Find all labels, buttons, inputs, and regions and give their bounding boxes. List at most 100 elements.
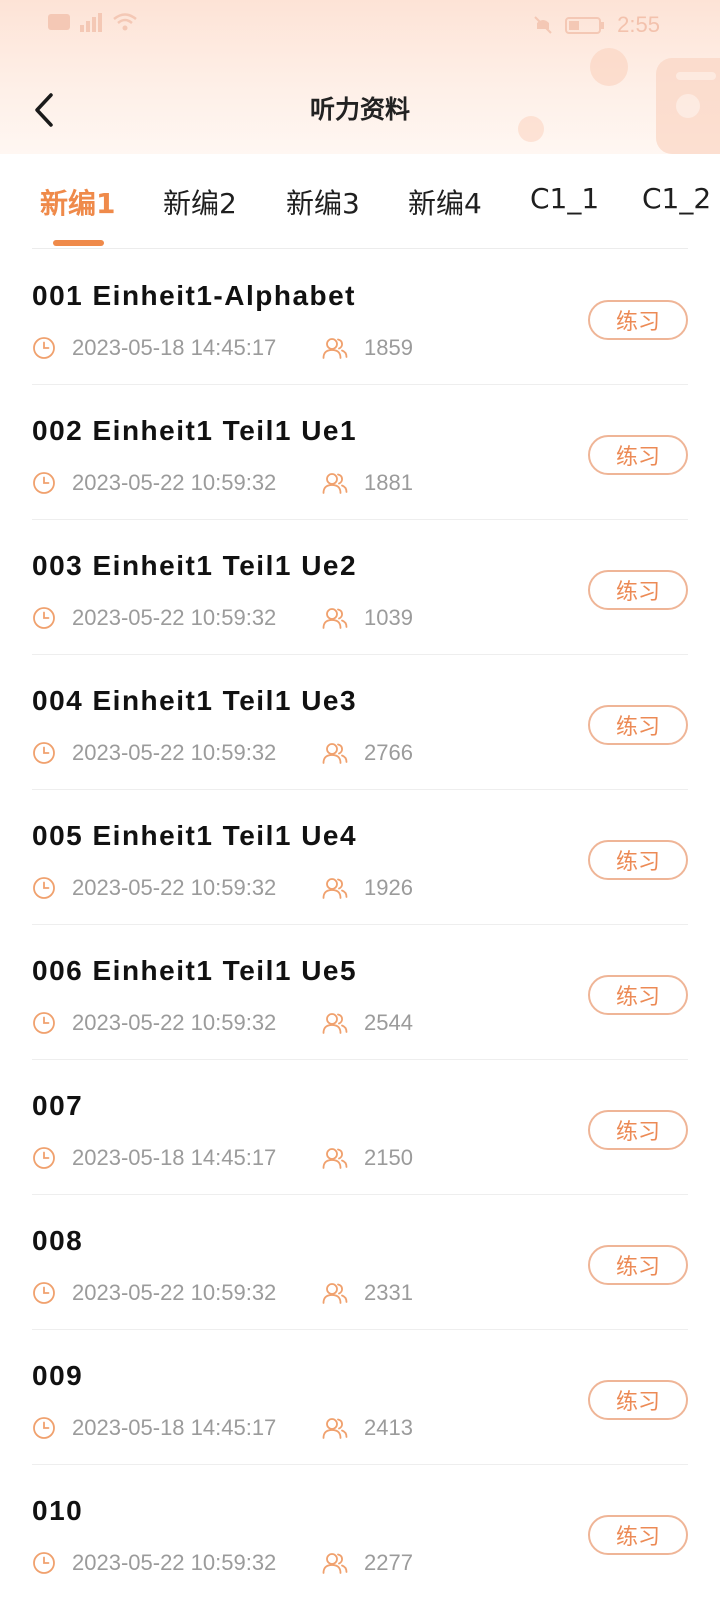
header: 2:55 听力资料 <box>0 0 720 154</box>
hd-icon <box>48 14 70 30</box>
practice-button[interactable]: 练习 <box>588 705 688 745</box>
list-item[interactable]: 005 Einheit1 Teil1 Ue4 2023-05-22 10:59:… <box>0 790 720 925</box>
practice-button[interactable]: 练习 <box>588 1380 688 1420</box>
item-learner-count: 2766 <box>364 740 413 765</box>
users-icon <box>322 1148 348 1169</box>
item-learner-count: 1859 <box>364 335 413 360</box>
item-learner-count: 1926 <box>364 875 413 900</box>
clock-icon <box>33 1552 55 1574</box>
list-item[interactable]: 007 2023-05-18 14:45:17 2150 练习 <box>0 1060 720 1195</box>
item-meta: 2023-05-18 14:45:17 2413 <box>32 1412 413 1444</box>
item-title: 004 Einheit1 Teil1 Ue3 <box>32 685 358 716</box>
item-date: 2023-05-18 14:45:17 <box>72 335 277 360</box>
item-title: 010 <box>32 1495 84 1526</box>
practice-button[interactable]: 练习 <box>588 975 688 1015</box>
clock-icon <box>33 1417 55 1439</box>
item-meta: 2023-05-22 10:59:32 2766 <box>32 737 413 769</box>
item-date: 2023-05-18 14:45:17 <box>72 1415 277 1440</box>
clock-icon <box>33 1147 55 1169</box>
screen: 2:55 听力资料 新编1 新编2 新编3 新编4 C1_1 C1_2 001 … <box>0 0 720 1600</box>
item-title: 006 Einheit1 Teil1 Ue5 <box>32 955 358 986</box>
item-meta: 2023-05-22 10:59:32 2331 <box>32 1277 413 1309</box>
clock-icon <box>33 877 55 899</box>
item-date: 2023-05-22 10:59:32 <box>72 875 277 900</box>
item-meta: 2023-05-22 10:59:32 1881 <box>32 467 413 499</box>
material-list: 001 Einheit1-Alphabet 2023-05-18 14:45:1… <box>0 250 720 1600</box>
item-learner-count: 2544 <box>364 1010 413 1035</box>
item-meta: 2023-05-22 10:59:32 1039 <box>32 602 413 634</box>
item-meta: 2023-05-22 10:59:32 1926 <box>32 872 413 904</box>
users-icon <box>322 1013 348 1034</box>
clock-icon <box>33 742 55 764</box>
users-icon <box>322 1283 348 1304</box>
item-date: 2023-05-22 10:59:32 <box>72 740 277 765</box>
status-icons-left <box>48 12 138 32</box>
item-learner-count: 2277 <box>364 1550 413 1575</box>
item-title: 002 Einheit1 Teil1 Ue1 <box>32 415 358 446</box>
item-title: 009 <box>32 1360 84 1391</box>
item-date: 2023-05-22 10:59:32 <box>72 605 277 630</box>
users-icon <box>322 878 348 899</box>
item-date: 2023-05-22 10:59:32 <box>72 1550 277 1575</box>
users-icon <box>322 743 348 764</box>
status-time: 2:55 <box>617 12 660 37</box>
battery-icon <box>565 17 605 34</box>
tab-c1-2[interactable]: C1_2 <box>642 182 711 215</box>
item-title: 005 Einheit1 Teil1 Ue4 <box>32 820 358 851</box>
status-icons-right: 2:55 <box>533 12 660 38</box>
item-meta: 2023-05-18 14:45:17 1859 <box>32 332 413 364</box>
practice-button[interactable]: 练习 <box>588 1110 688 1150</box>
clock-icon <box>33 337 55 359</box>
mute-icon <box>534 16 552 34</box>
practice-button[interactable]: 练习 <box>588 840 688 880</box>
item-date: 2023-05-18 14:45:17 <box>72 1145 277 1170</box>
item-meta: 2023-05-22 10:59:32 2544 <box>32 1007 413 1039</box>
category-tabs: 新编1 新编2 新编3 新编4 C1_1 C1_2 <box>0 160 720 250</box>
page-title: 听力资料 <box>309 95 410 124</box>
item-date: 2023-05-22 10:59:32 <box>72 470 277 495</box>
list-item[interactable]: 002 Einheit1 Teil1 Ue1 2023-05-22 10:59:… <box>0 385 720 520</box>
item-title: 008 <box>32 1225 84 1256</box>
header-decoration <box>590 48 628 86</box>
item-learner-count: 2150 <box>364 1145 413 1170</box>
item-date: 2023-05-22 10:59:32 <box>72 1010 277 1035</box>
item-title: 003 Einheit1 Teil1 Ue2 <box>32 550 358 581</box>
clock-icon <box>33 472 55 494</box>
clock-icon <box>33 1282 55 1304</box>
wifi-icon <box>113 13 137 31</box>
list-item[interactable]: 009 2023-05-18 14:45:17 2413 练习 <box>0 1330 720 1465</box>
list-item[interactable]: 003 Einheit1 Teil1 Ue2 2023-05-22 10:59:… <box>0 520 720 655</box>
users-icon <box>322 473 348 494</box>
item-meta: 2023-05-18 14:45:17 2150 <box>32 1142 413 1174</box>
tab-xinbian-1[interactable]: 新编1 <box>40 182 115 222</box>
list-item[interactable]: 004 Einheit1 Teil1 Ue3 2023-05-22 10:59:… <box>0 655 720 790</box>
signal-icon <box>80 13 102 32</box>
item-date: 2023-05-22 10:59:32 <box>72 1280 277 1305</box>
tab-xinbian-3[interactable]: 新编3 <box>286 182 360 222</box>
practice-button[interactable]: 练习 <box>588 300 688 340</box>
users-icon <box>322 338 348 359</box>
tab-c1-1[interactable]: C1_1 <box>530 182 599 215</box>
list-item[interactable]: 008 2023-05-22 10:59:32 2331 练习 <box>0 1195 720 1330</box>
active-tab-indicator <box>53 240 104 246</box>
clock-icon <box>33 607 55 629</box>
list-item[interactable]: 006 Einheit1 Teil1 Ue5 2023-05-22 10:59:… <box>0 925 720 1060</box>
users-icon <box>322 1553 348 1574</box>
tab-xinbian-4[interactable]: 新编4 <box>408 182 482 222</box>
item-learner-count: 1039 <box>364 605 413 630</box>
item-learner-count: 1881 <box>364 470 413 495</box>
status-bar: 2:55 <box>0 0 720 50</box>
users-icon <box>322 608 348 629</box>
tab-xinbian-2[interactable]: 新编2 <box>163 182 237 222</box>
list-item[interactable]: 001 Einheit1-Alphabet 2023-05-18 14:45:1… <box>0 250 720 385</box>
practice-button[interactable]: 练习 <box>588 1515 688 1555</box>
practice-button[interactable]: 练习 <box>588 570 688 610</box>
practice-button[interactable]: 练习 <box>588 435 688 475</box>
divider <box>32 248 688 249</box>
item-title: 001 Einheit1-Alphabet <box>32 280 357 311</box>
list-item[interactable]: 010 2023-05-22 10:59:32 2277 练习 <box>0 1465 720 1600</box>
item-learner-count: 2413 <box>364 1415 413 1440</box>
item-learner-count: 2331 <box>364 1280 413 1305</box>
item-meta: 2023-05-22 10:59:32 2277 <box>32 1547 413 1579</box>
practice-button[interactable]: 练习 <box>588 1245 688 1285</box>
